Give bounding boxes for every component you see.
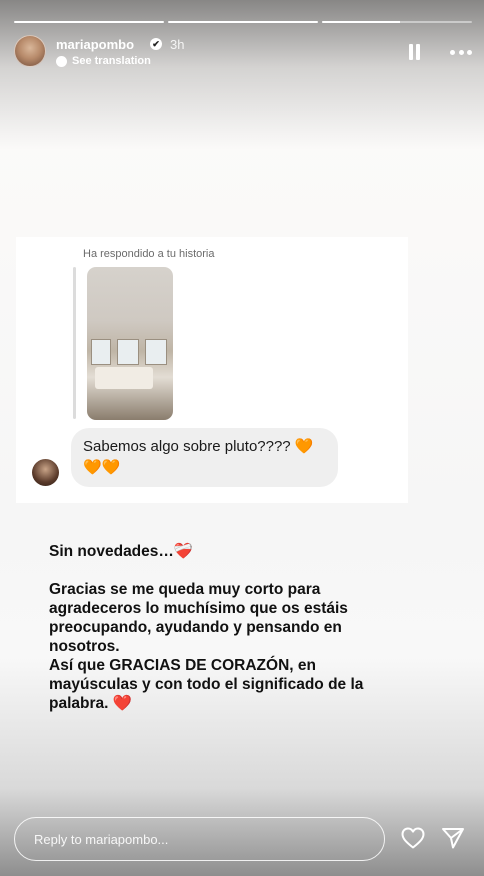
dm-screenshot: Ha respondido a tu historia Sabemos algo… [16,237,408,503]
reply-quote-bar [73,267,76,419]
progress-segment [322,21,472,23]
verified-icon: ✔ [150,38,162,50]
sender-avatar [32,459,59,486]
progress-bars [14,21,472,23]
heart-icon[interactable] [401,827,425,849]
username[interactable]: mariapombo [56,37,134,52]
send-icon[interactable] [441,827,465,849]
progress-segment [168,21,318,23]
story-caption: Sin novedades…❤️‍🩹 Gracias se me queda m… [49,542,389,713]
story-thumbnail-image [87,267,173,420]
time-ago: 3h [170,37,185,52]
caption-title: Sin novedades…❤️‍🩹 [49,543,194,560]
story-viewer[interactable]: mariapombo ✔ 3h See translation Ha respo… [0,0,484,876]
translate-icon [56,56,67,67]
progress-segment [14,21,164,23]
story-header: mariapombo ✔ 3h See translation [14,34,472,74]
reply-input[interactable]: Reply to mariapombo... [14,817,385,861]
replied-to-story-label: Ha respondido a tu historia [83,248,215,260]
caption-body: Gracias se me queda muy corto para agrad… [49,581,364,712]
more-icon[interactable] [450,44,472,60]
profile-avatar[interactable] [14,35,46,67]
message-bubble: Sabemos algo sobre pluto???? 🧡🧡🧡 [71,428,338,487]
see-translation-link[interactable]: See translation [72,55,151,67]
pause-icon[interactable] [408,44,422,60]
